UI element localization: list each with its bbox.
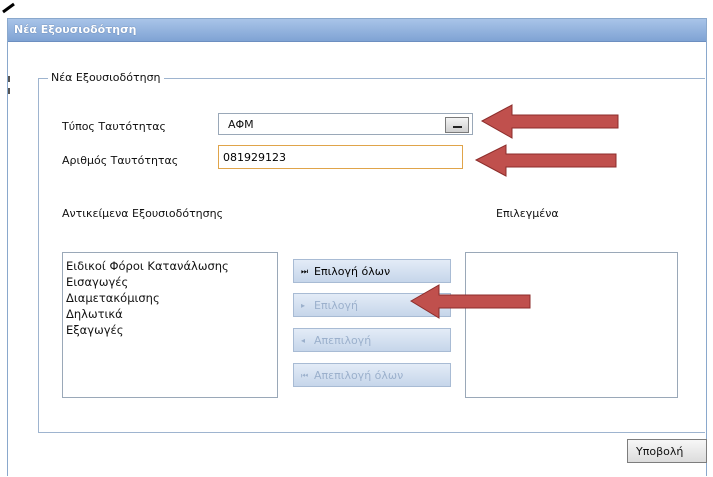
deselect-label: Απεπιλογή [314, 334, 372, 347]
id-type-value: ΑΦΜ [228, 118, 254, 131]
double-forward-icon: ⏭ [301, 267, 309, 276]
deselect-all-button[interactable]: ⏮ Απεπιλογή όλων [293, 363, 451, 387]
dropdown-arrow-icon[interactable] [445, 117, 469, 133]
dialog-title-bar: Νέα Εξουσιοδότηση [8, 19, 706, 42]
id-number-input[interactable] [218, 145, 463, 169]
id-type-label: Τύπος Ταυτότητας [62, 120, 167, 133]
available-items-list[interactable]: Ειδικοί Φόροι Κατανάλωσης Εισαγωγές Διαμ… [62, 252, 278, 398]
forward-icon: ▸ [301, 301, 306, 310]
submit-button[interactable]: Υποβολή [627, 439, 707, 463]
deselect-all-label: Απεπιλογή όλων [314, 369, 404, 382]
list-item[interactable]: Εξαγωγές [66, 322, 274, 338]
back-icon: ◂ [301, 336, 306, 345]
id-type-select[interactable]: ΑΦΜ [218, 113, 473, 135]
selected-items-title: Επιλεγμένα [496, 207, 559, 220]
edge-mark [8, 76, 10, 82]
select-all-button[interactable]: ⏭ Επιλογή όλων [293, 259, 451, 283]
annotation-arrow-3 [410, 284, 531, 319]
double-back-icon: ⏮ [301, 371, 309, 380]
edge-mark [8, 88, 10, 94]
annotation-arrow-2 [474, 144, 617, 177]
selected-items-list[interactable] [465, 252, 678, 398]
select-label: Επιλογή [314, 299, 359, 312]
dialog-title: Νέα Εξουσιοδότηση [14, 23, 137, 36]
available-items-title: Αντικείμενα Εξουσιοδότησης [62, 207, 224, 220]
list-item[interactable]: Εισαγωγές [66, 274, 274, 290]
select-all-label: Επιλογή όλων [314, 265, 391, 278]
fieldset-legend: Νέα Εξουσιοδότηση [48, 71, 164, 84]
corner-artifact [0, 0, 26, 14]
list-item[interactable]: Διαμετακόμισης [66, 290, 274, 306]
id-number-label: Αριθμός Ταυτότητας [62, 154, 179, 167]
list-item[interactable]: Ειδικοί Φόροι Κατανάλωσης [66, 258, 274, 274]
deselect-button[interactable]: ◂ Απεπιλογή [293, 328, 451, 352]
list-item[interactable]: Δηλωτικά [66, 306, 274, 322]
annotation-arrow-1 [480, 104, 619, 139]
